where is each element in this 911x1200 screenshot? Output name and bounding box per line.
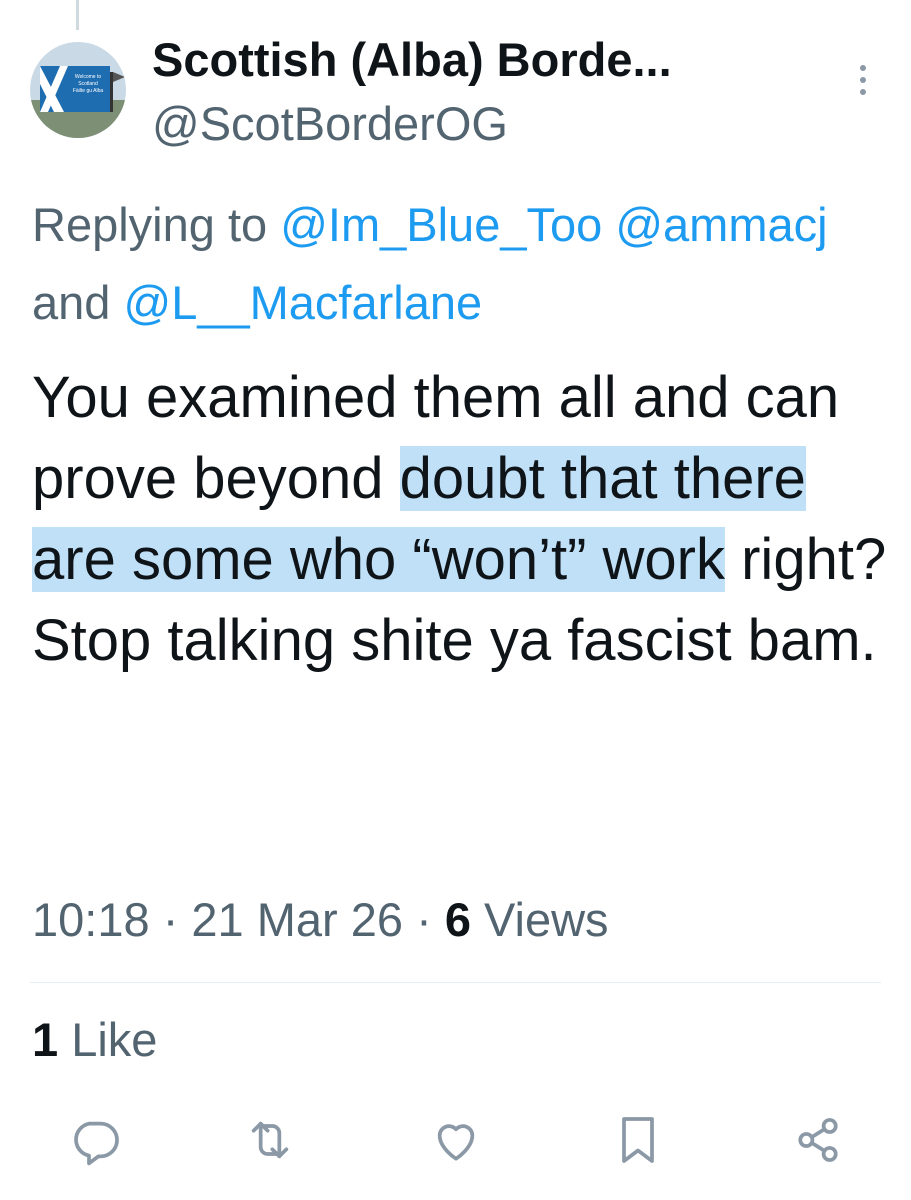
avatar[interactable]: Welcome to Scotland Fàilte gu Alba bbox=[30, 42, 126, 138]
tweet-time[interactable]: 10:18 bbox=[32, 893, 150, 946]
share-icon bbox=[798, 1118, 838, 1162]
tweet-text: You examined them all and can prove beyo… bbox=[32, 357, 892, 681]
reply-icon bbox=[74, 1121, 119, 1166]
tweet-text-part-2: right? bbox=[725, 527, 887, 592]
more-vertical-icon bbox=[860, 65, 866, 95]
meta-separator: · bbox=[162, 893, 179, 946]
author-handle[interactable]: @ScotBorderOG bbox=[152, 94, 508, 154]
like-icon bbox=[437, 1124, 475, 1161]
avatar-sign-line-1: Welcome to bbox=[75, 74, 102, 80]
mention-im-blue-too[interactable]: @Im_Blue_Too bbox=[280, 198, 602, 251]
mention-l-macfarlane[interactable]: @L__Macfarlane bbox=[123, 276, 482, 329]
tweet-text-line-2: Stop talking shite ya fascist bam. bbox=[32, 608, 877, 673]
views-label: Views bbox=[484, 893, 609, 946]
views-count: 6 bbox=[444, 893, 471, 946]
divider bbox=[30, 982, 881, 983]
retweet-icon bbox=[251, 1121, 289, 1159]
bookmark-icon bbox=[622, 1117, 654, 1163]
likes-count: 1 bbox=[32, 1013, 59, 1066]
replying-to: Replying to @Im_Blue_Too @ammacj and @L_… bbox=[32, 186, 892, 342]
likes-label: Like bbox=[71, 1013, 158, 1066]
meta-separator: · bbox=[416, 893, 432, 946]
author-display-name[interactable]: Scottish (Alba) Borde... bbox=[152, 30, 672, 90]
bookmark-button[interactable] bbox=[610, 1112, 666, 1168]
thread-connector-line bbox=[76, 0, 79, 30]
reply-button[interactable] bbox=[68, 1112, 124, 1168]
avatar-sign-line-3: Fàilte gu Alba bbox=[73, 88, 104, 94]
mention-ammacj[interactable]: @ammacj bbox=[615, 198, 827, 251]
likes-summary[interactable]: 1 Like bbox=[32, 1008, 157, 1072]
replying-to-conjunction: and bbox=[32, 276, 111, 329]
tweet-date[interactable]: 21 Mar 26 bbox=[191, 893, 403, 946]
tweet-meta: 10:18 · 21 Mar 26 · 6 Views bbox=[32, 888, 609, 952]
share-button[interactable] bbox=[790, 1112, 846, 1168]
avatar-sign-line-2: Scotland bbox=[78, 81, 98, 87]
replying-to-prefix: Replying to bbox=[32, 198, 268, 251]
avatar-image: Welcome to Scotland Fàilte gu Alba bbox=[30, 42, 126, 138]
more-options-button[interactable] bbox=[848, 60, 878, 100]
action-bar bbox=[0, 1112, 911, 1176]
retweet-button[interactable] bbox=[242, 1112, 298, 1168]
like-button[interactable] bbox=[428, 1112, 484, 1168]
